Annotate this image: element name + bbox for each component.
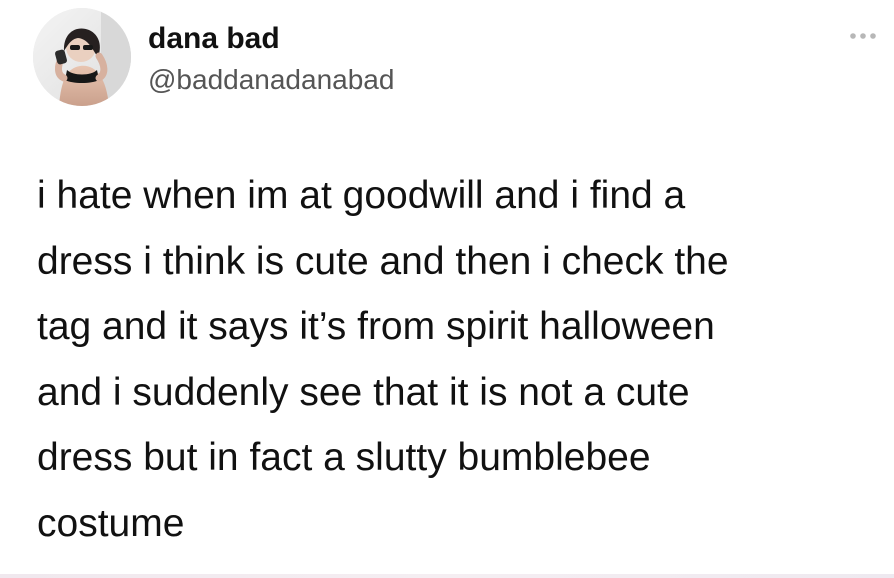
display-name[interactable]: dana bad	[148, 22, 280, 56]
tweet-text: i hate when im at goodwill and i find a …	[37, 174, 729, 545]
profile-photo-avatar	[33, 8, 131, 106]
bottom-divider	[0, 574, 894, 578]
user-handle[interactable]: @baddanadanabad	[148, 64, 394, 96]
more-options-button[interactable]	[846, 24, 880, 48]
tweet-card: dana bad @baddanadanabad i hate when im …	[0, 0, 894, 578]
avatar[interactable]	[33, 8, 131, 106]
more-options-icon	[850, 33, 876, 39]
